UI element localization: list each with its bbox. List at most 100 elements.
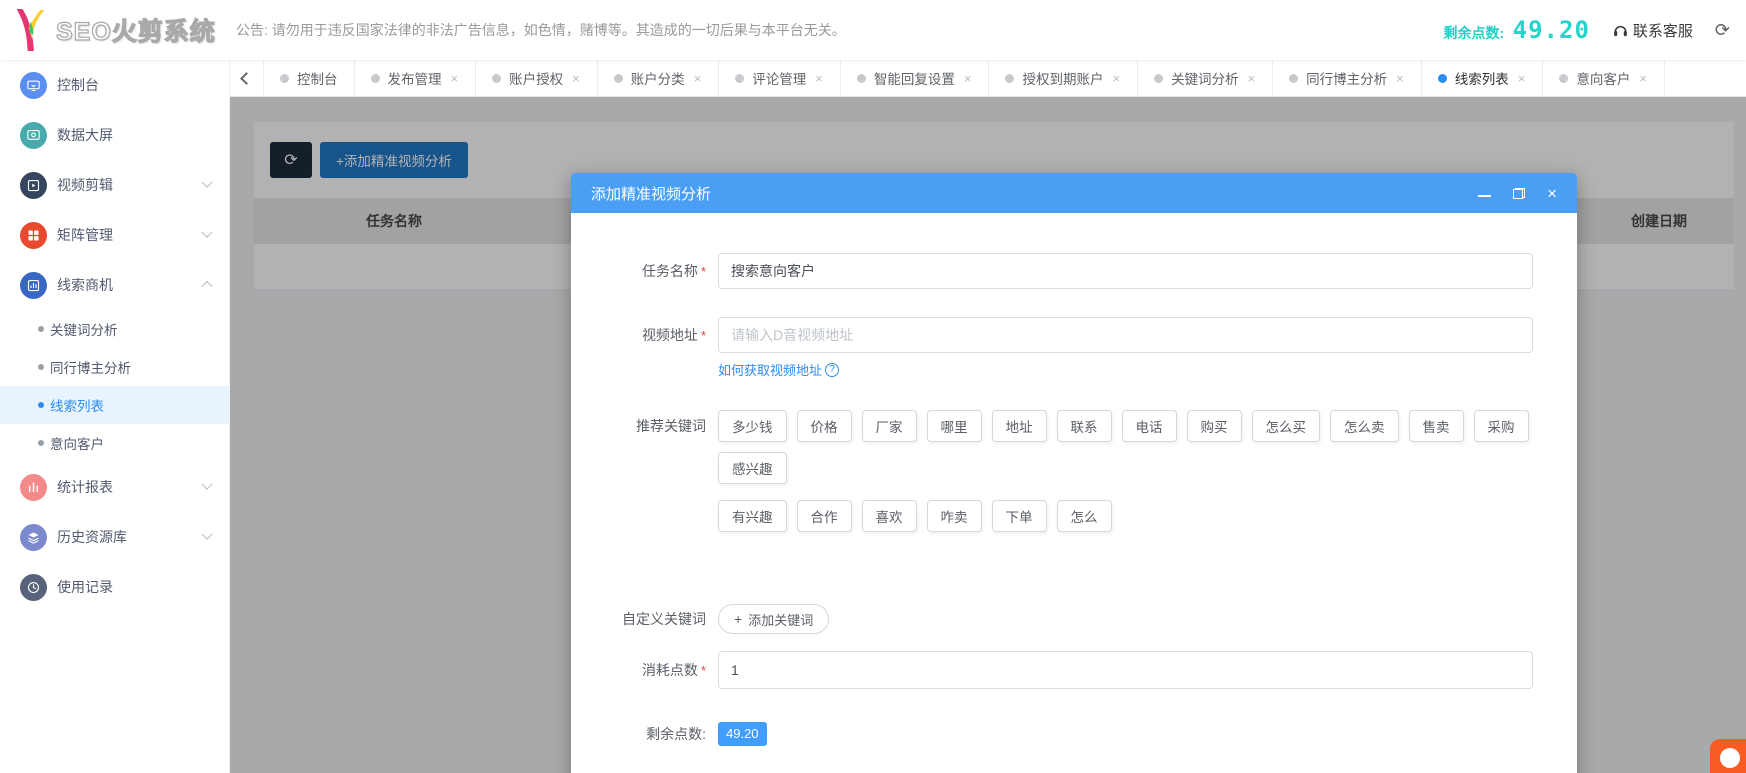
video-edit-icon <box>20 172 47 199</box>
add-keyword-button[interactable]: + 添加关键词 <box>718 604 829 634</box>
sidebar-subitem-peer-blogger[interactable]: 同行博主分析 <box>0 348 229 386</box>
question-circle-icon: ? <box>825 363 839 377</box>
tab[interactable]: 账户分类 × <box>598 60 720 96</box>
keyword-chip[interactable]: 价格 <box>797 410 852 442</box>
keyword-chip[interactable]: 地址 <box>992 410 1047 442</box>
tab-label: 账户分类 <box>631 68 685 88</box>
reports-icon <box>20 474 47 501</box>
page-refresh-icon[interactable]: ⟳ <box>1715 20 1730 41</box>
remaining-points-label: 剩余点数: <box>571 722 718 746</box>
matrix-icon <box>20 222 47 249</box>
keyword-chip[interactable]: 联系 <box>1057 410 1112 442</box>
sidebar-subitem-intent-customers[interactable]: 意向客户 <box>0 424 229 462</box>
sidebar-label: 视频剪辑 <box>57 175 203 195</box>
keyword-chip[interactable]: 喜欢 <box>862 500 917 532</box>
sidebar-label: 矩阵管理 <box>57 225 203 245</box>
tab-close-icon[interactable]: × <box>1638 71 1648 86</box>
headset-icon <box>1612 22 1629 39</box>
sidebar-item-leads[interactable]: 线索商机 <box>0 260 229 310</box>
tab-close-icon[interactable]: × <box>1247 71 1257 86</box>
tab[interactable]: 授权到期账户 × <box>989 60 1138 96</box>
top-bar: SEO火剪系统 公告: 请勿用于违反国家法律的非法广告信息，如色情，赌博等。其造… <box>0 0 1746 60</box>
keyword-chip[interactable]: 有兴趣 <box>718 500 787 532</box>
cost-points-row: 消耗点数* <box>571 651 1577 690</box>
tab-dot-icon <box>735 74 744 83</box>
keyword-chip[interactable]: 怎么 <box>1057 500 1112 532</box>
tab[interactable]: 账户授权 × <box>476 60 598 96</box>
tab-label: 授权到期账户 <box>1022 68 1103 88</box>
tab-close-icon[interactable]: × <box>1517 71 1527 86</box>
task-name-input[interactable] <box>718 253 1533 289</box>
sidebar-item-console[interactable]: 控制台 <box>0 60 229 110</box>
keyword-chip[interactable]: 购买 <box>1187 410 1242 442</box>
sidebar-label: 使用记录 <box>57 577 211 597</box>
console-icon <box>20 72 47 99</box>
keyword-chip[interactable]: 厂家 <box>862 410 917 442</box>
subitem-label: 意向客户 <box>50 433 104 453</box>
leads-icon <box>20 272 47 299</box>
add-analysis-dialog: 添加精准视频分析 × 任务名称* 视频地址* <box>571 173 1577 773</box>
tab-label: 账户授权 <box>509 68 563 88</box>
keyword-chip[interactable]: 合作 <box>797 500 852 532</box>
sidebar-item-history-library[interactable]: 历史资源库 <box>0 512 229 562</box>
tab[interactable]: 控制台 × <box>264 60 355 96</box>
floating-support-widget-icon[interactable] <box>1710 739 1746 773</box>
video-url-input[interactable] <box>718 317 1533 353</box>
maximize-icon[interactable] <box>1513 188 1525 199</box>
chevron-down-icon <box>201 479 212 490</box>
tab-label: 意向客户 <box>1576 68 1630 88</box>
keyword-chip[interactable]: 采购 <box>1474 410 1529 442</box>
bullet-dot-icon <box>38 364 44 370</box>
keyword-chip[interactable]: 下单 <box>992 500 1047 532</box>
sidebar-item-usage-records[interactable]: 使用记录 <box>0 562 229 612</box>
required-asterisk: * <box>701 328 706 343</box>
subitem-label: 同行博主分析 <box>50 357 131 377</box>
tab-close-icon[interactable]: × <box>963 71 973 86</box>
sidebar-item-data-screen[interactable]: 数据大屏 <box>0 110 229 160</box>
tab[interactable]: 发布管理 × <box>355 60 477 96</box>
tab-close-icon[interactable]: × <box>1111 71 1121 86</box>
tab[interactable]: 评论管理 × <box>719 60 841 96</box>
tab-close-icon[interactable]: × <box>450 71 460 86</box>
keyword-chip[interactable]: 电话 <box>1122 410 1177 442</box>
tab-close-icon[interactable]: × <box>814 71 824 86</box>
keyword-chip[interactable]: 怎么卖 <box>1330 410 1399 442</box>
tab[interactable]: 智能回复设置 × <box>841 60 990 96</box>
keyword-chip[interactable]: 感兴趣 <box>718 452 787 484</box>
keyword-chips-row1: 多少钱价格厂家哪里地址联系电话购买怎么买怎么卖售卖采购感兴趣 <box>718 410 1533 484</box>
sidebar-item-matrix[interactable]: 矩阵管理 <box>0 210 229 260</box>
sidebar-subitem-keyword-analysis[interactable]: 关键词分析 <box>0 310 229 348</box>
dialog-header[interactable]: 添加精准视频分析 × <box>571 173 1577 213</box>
keyword-chip[interactable]: 售卖 <box>1409 410 1464 442</box>
tab-label: 线索列表 <box>1455 68 1509 88</box>
contact-support-button[interactable]: 联系客服 <box>1612 20 1693 41</box>
tab-label: 控制台 <box>297 68 338 88</box>
cost-points-input[interactable] <box>718 651 1533 689</box>
keyword-chip[interactable]: 多少钱 <box>718 410 787 442</box>
tab[interactable]: 关键词分析 × <box>1138 60 1273 96</box>
sidebar-subitem-leads-list[interactable]: 线索列表 <box>0 386 229 424</box>
tab-dot-icon <box>614 74 623 83</box>
dialog-window-controls: × <box>1478 185 1557 202</box>
remaining-points-badge: 49.20 <box>718 722 767 746</box>
close-icon[interactable]: × <box>1547 185 1557 202</box>
tab-close-icon[interactable]: × <box>571 71 581 86</box>
tab[interactable]: 线索列表 × <box>1422 60 1544 96</box>
video-url-help-link[interactable]: 如何获取视频地址 ? <box>718 360 839 379</box>
sidebar-item-video-edit[interactable]: 视频剪辑 <box>0 160 229 210</box>
keyword-chip[interactable]: 哪里 <box>927 410 982 442</box>
tab[interactable]: 意向客户 × <box>1543 60 1665 96</box>
tab-close-icon[interactable]: × <box>1395 71 1405 86</box>
recommended-keywords-row: 推荐关键词 多少钱价格厂家哪里地址联系电话购买怎么买怎么卖售卖采购感兴趣 有兴趣… <box>571 410 1577 532</box>
minimize-icon[interactable] <box>1478 195 1491 197</box>
sidebar-item-reports[interactable]: 统计报表 <box>0 462 229 512</box>
tab-dot-icon <box>1289 74 1298 83</box>
required-asterisk: * <box>701 663 706 678</box>
tab-close-icon[interactable]: × <box>693 71 703 86</box>
topbar-actions: 剩余点数: 49.20 联系客服 ⟳ <box>1444 16 1746 44</box>
keyword-chip[interactable]: 咋卖 <box>927 500 982 532</box>
tabs-scroll-left-button[interactable] <box>230 60 264 96</box>
tab[interactable]: 同行博主分析 × <box>1273 60 1422 96</box>
sidebar-label: 历史资源库 <box>57 527 203 547</box>
keyword-chip[interactable]: 怎么买 <box>1252 410 1321 442</box>
